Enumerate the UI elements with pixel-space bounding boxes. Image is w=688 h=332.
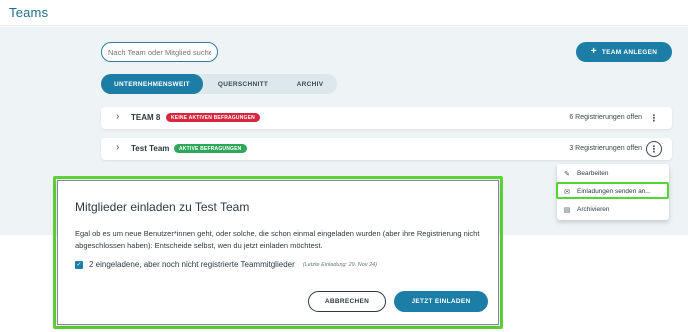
tab-archiv[interactable]: ARCHIV: [283, 74, 337, 94]
dialog-description: Egal ob es um neue Benutzer*innen geht, …: [75, 229, 480, 250]
team-name: Test Team: [131, 144, 170, 153]
registrations-count: 6 Registrierungen offen: [569, 114, 642, 121]
more-options-icon[interactable]: ⋮: [646, 110, 662, 126]
menu-item-archive[interactable]: ▤ Archivieren: [557, 201, 669, 218]
status-badge: KEINE AKTIVEN BEFRAGUNGEN: [166, 113, 260, 122]
archive-icon: ▤: [563, 206, 571, 214]
highlight-frame: [556, 182, 669, 199]
chevron-right-icon[interactable]: ›: [116, 111, 119, 122]
checkbox[interactable]: ✓: [75, 260, 83, 269]
tab-bar: UNTERNEHMENSWEIT QUERSCHNITT ARCHIV: [101, 74, 337, 94]
add-team-button[interactable]: + TEAM ANLEGEN: [576, 42, 672, 62]
team-row-team-8[interactable]: › TEAM 8 KEINE AKTIVEN BEFRAGUNGEN 6 Reg…: [101, 107, 672, 129]
pencil-icon: ✎: [564, 170, 570, 178]
invite-now-button[interactable]: JETZT EINLADEN: [394, 291, 488, 312]
team-row-test-team[interactable]: › Test Team AKTIVE BEFRAGUNGEN 3 Registr…: [101, 138, 672, 160]
invite-pending-checkbox-row[interactable]: ✓ 2 eingeladene, aber noch nicht registr…: [75, 260, 377, 269]
top-bar: Teams: [0, 0, 688, 26]
menu-item-label: Archivieren: [577, 206, 610, 213]
menu-item-label: Bearbeiten: [577, 170, 609, 177]
registrations-count: 3 Registrierungen offen: [569, 145, 642, 152]
plus-icon: +: [590, 46, 597, 57]
more-options-icon[interactable]: ⋮: [646, 141, 662, 157]
checkbox-label: 2 eingeladene, aber noch nicht registrie…: [89, 260, 295, 269]
chevron-right-icon[interactable]: ›: [116, 142, 119, 153]
search-input[interactable]: [101, 42, 218, 62]
menu-item-edit[interactable]: ✎ Bearbeiten: [557, 165, 669, 182]
page-title: Teams: [9, 5, 49, 20]
cancel-button[interactable]: ABBRECHEN: [308, 291, 386, 312]
team-name: TEAM 8: [131, 113, 161, 122]
add-team-label: TEAM ANLEGEN: [601, 48, 658, 56]
invite-dialog: Mitglieder einladen zu Test Team Egal ob…: [57, 180, 499, 325]
tab-querschnitt[interactable]: QUERSCHNITT: [203, 74, 283, 94]
status-badge: AKTIVE BEFRAGUNGEN: [174, 144, 247, 153]
dialog-title: Mitglieder einladen zu Test Team: [75, 200, 250, 214]
last-invitation-note: (Letzte Einladung: 29. Nov 24): [302, 261, 378, 268]
tab-unternehmensweit[interactable]: UNTERNEHMENSWEIT: [101, 74, 203, 94]
